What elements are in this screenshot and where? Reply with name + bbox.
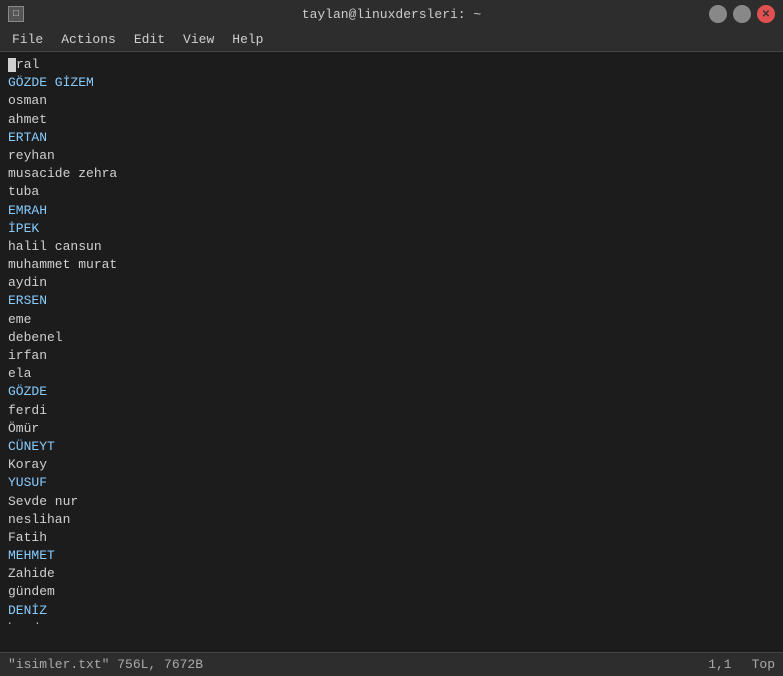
terminal-window: □ taylan@linuxdersleri: ~ ✕ File Actions… <box>0 0 783 676</box>
list-item: eme <box>8 311 775 329</box>
window-icon-label: □ <box>13 9 19 20</box>
list-item: ela <box>8 365 775 383</box>
list-item: CÜNEYT <box>8 438 775 456</box>
list-item: YUSUF <box>8 474 775 492</box>
minimize-button[interactable] <box>709 5 727 23</box>
maximize-button[interactable] <box>733 5 751 23</box>
list-item: İPEK <box>8 220 775 238</box>
list-item: GÖZDE GİZEM <box>8 74 775 92</box>
menu-edit[interactable]: Edit <box>126 30 173 49</box>
list-item: muhammet murat <box>8 256 775 274</box>
window-controls: ✕ <box>709 5 775 23</box>
list-item: debenel <box>8 329 775 347</box>
status-file-info: "isimler.txt" 756L, 7672B <box>8 657 203 672</box>
list-item: GÖZDE <box>8 383 775 401</box>
content-lines: ralGÖZDE GİZEMosmanahmetERTANreyhanmusac… <box>8 56 775 624</box>
list-item: hande <box>8 620 775 624</box>
list-item: halil cansun <box>8 238 775 256</box>
status-bar: "isimler.txt" 756L, 7672B 1,1 Top <box>0 652 783 676</box>
close-button[interactable]: ✕ <box>757 5 775 23</box>
window-icon: □ <box>8 6 24 22</box>
list-item: Ömür <box>8 420 775 438</box>
status-right: 1,1 Top <box>708 657 775 672</box>
list-item: Koray <box>8 456 775 474</box>
menu-actions[interactable]: Actions <box>53 30 124 49</box>
list-item: ERTAN <box>8 129 775 147</box>
list-item: Zahide <box>8 565 775 583</box>
list-item: Sevde nur <box>8 493 775 511</box>
list-item: Fatih <box>8 529 775 547</box>
window-title: taylan@linuxdersleri: ~ <box>302 7 481 22</box>
menu-view[interactable]: View <box>175 30 222 49</box>
menu-help[interactable]: Help <box>224 30 271 49</box>
list-item: ERSEN <box>8 292 775 310</box>
file-info-text: "isimler.txt" 756L, 7672B <box>8 657 203 672</box>
list-item: ferdi <box>8 402 775 420</box>
list-item: DENİZ <box>8 602 775 620</box>
editor-area[interactable]: ralGÖZDE GİZEMosmanahmetERTANreyhanmusac… <box>0 52 783 652</box>
list-item: reyhan <box>8 147 775 165</box>
list-item: tuba <box>8 183 775 201</box>
list-item: MEHMET <box>8 547 775 565</box>
menu-file[interactable]: File <box>4 30 51 49</box>
title-bar: □ taylan@linuxdersleri: ~ ✕ <box>0 0 783 28</box>
cursor-position: 1,1 <box>708 657 731 672</box>
list-item: osman <box>8 92 775 110</box>
list-item: EMRAH <box>8 202 775 220</box>
list-item: musacide zehra <box>8 165 775 183</box>
list-item: aydin <box>8 274 775 292</box>
list-item: neslihan <box>8 511 775 529</box>
list-item: gündem <box>8 583 775 601</box>
list-item: irfan <box>8 347 775 365</box>
list-item: ral <box>8 56 775 74</box>
list-item: ahmet <box>8 111 775 129</box>
menu-bar: File Actions Edit View Help <box>0 28 783 52</box>
scroll-position: Top <box>752 657 775 672</box>
